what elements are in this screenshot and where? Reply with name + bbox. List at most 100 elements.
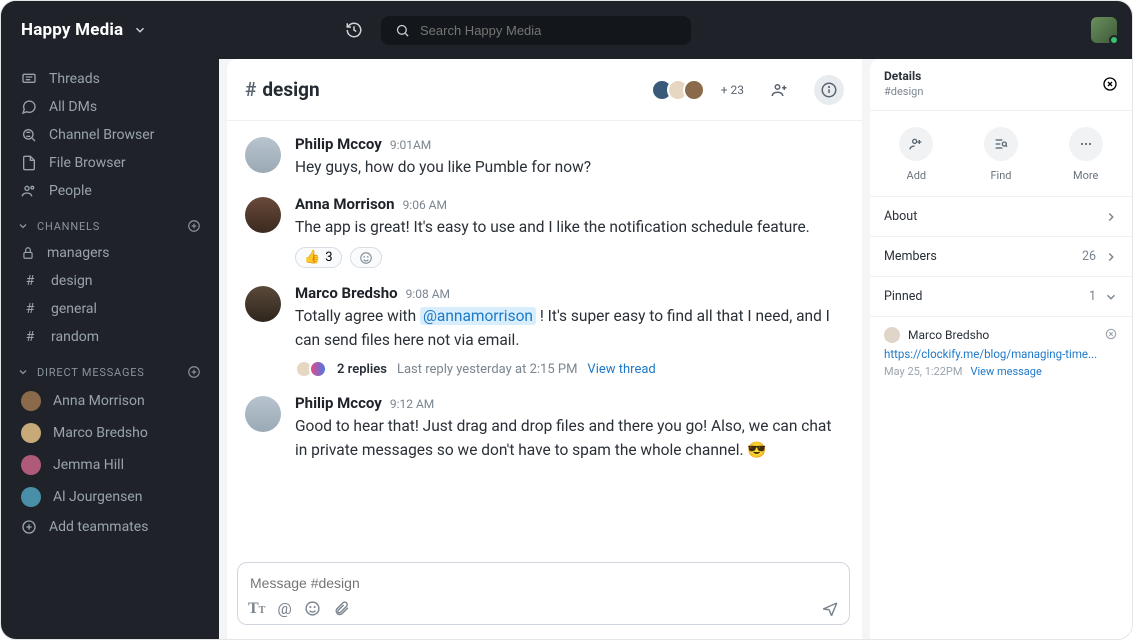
message-time: 9:08 AM (406, 287, 450, 301)
pinned-message[interactable]: Marco Bredsho https://clockify.me/blog/m… (870, 317, 1132, 388)
sidebar: Threads All DMs Channel Browser File Bro… (1, 59, 219, 639)
reaction-count: 3 (325, 250, 332, 265)
message-text: Good to hear that! Just drag and drop fi… (295, 414, 844, 462)
hash-icon: # (21, 273, 39, 289)
message[interactable]: Anna Morrison9:06 AM The app is great! I… (245, 195, 844, 268)
send-button[interactable] (821, 600, 839, 618)
avatar (245, 396, 281, 432)
dm-section-header[interactable]: DIRECT MESSAGES (1, 351, 219, 385)
dm-al[interactable]: Al Jourgensen (1, 481, 219, 513)
sidebar-all-dms[interactable]: All DMs (1, 93, 219, 121)
details-pane: Details #design Add Find (870, 59, 1132, 639)
chevron-down-icon (133, 23, 147, 37)
sidebar-item-label: All DMs (49, 99, 97, 115)
channel-label: random (51, 329, 99, 345)
search-input[interactable] (420, 23, 677, 38)
close-details-button[interactable] (1102, 76, 1118, 92)
member-count: + 23 (721, 83, 744, 97)
pinned-count: 1 (1089, 289, 1096, 304)
dm-marco[interactable]: Marco Bredsho (1, 417, 219, 449)
add-people-button[interactable] (764, 75, 794, 105)
channel-random[interactable]: # random (1, 323, 219, 351)
details-about-row[interactable]: About (870, 197, 1132, 237)
channels-section-header[interactable]: CHANNELS (1, 205, 219, 239)
close-circle-icon (1104, 327, 1118, 341)
sidebar-file-browser[interactable]: File Browser (1, 149, 219, 177)
plus-circle-icon (21, 519, 37, 535)
hash-icon: # (21, 301, 39, 317)
row-label: Pinned (884, 289, 922, 304)
search-bar[interactable] (381, 16, 691, 45)
workspace-switcher[interactable]: Happy Media (1, 1, 219, 59)
emoji-icon (304, 600, 321, 617)
hash-icon: # (245, 78, 256, 101)
message-text: Totally agree with @annamorrison ! It's … (295, 304, 844, 352)
add-reaction-button[interactable] (350, 247, 382, 268)
dm-label: Al Jourgensen (53, 489, 142, 505)
message-time: 9:12 AM (390, 397, 434, 411)
dm-anna[interactable]: Anna Morrison (1, 385, 219, 417)
mention[interactable]: @annamorrison (420, 307, 536, 325)
details-pinned-row[interactable]: Pinned 1 (870, 277, 1132, 317)
sidebar-threads[interactable]: Threads (1, 65, 219, 93)
section-label: DIRECT MESSAGES (37, 366, 145, 379)
dms-icon (21, 99, 37, 115)
user-avatar[interactable] (1091, 17, 1117, 43)
action-label: Add (907, 169, 927, 182)
sidebar-people[interactable]: People (1, 177, 219, 205)
add-emoji-icon (359, 251, 373, 265)
dm-label: Anna Morrison (53, 393, 145, 409)
member-avatars[interactable] (651, 79, 705, 101)
message[interactable]: Philip Mccoy9:12 AM Good to hear that! J… (245, 394, 844, 462)
attach-button[interactable] (333, 600, 350, 617)
message-time: 9:01AM (390, 138, 431, 152)
details-members-row[interactable]: Members 26 (870, 237, 1132, 277)
view-message-link[interactable]: View message (970, 365, 1041, 378)
add-channel-icon[interactable] (187, 219, 201, 233)
members-count: 26 (1082, 249, 1096, 264)
channel-general[interactable]: # general (1, 295, 219, 323)
details-more-button[interactable]: More (1069, 127, 1103, 182)
emoji-button[interactable] (304, 600, 321, 617)
channel-managers[interactable]: managers (1, 239, 219, 267)
row-label: About (884, 209, 917, 224)
details-add-button[interactable]: Add (899, 127, 933, 182)
info-button[interactable] (814, 75, 844, 105)
workspace-name: Happy Media (21, 20, 123, 40)
message[interactable]: Marco Bredsho9:08 AM Totally agree with … (245, 284, 844, 378)
paperclip-icon (333, 600, 350, 617)
message[interactable]: Philip Mccoy9:01AM Hey guys, how do you … (245, 135, 844, 179)
dm-jemma[interactable]: Jemma Hill (1, 449, 219, 481)
threads-icon (21, 71, 37, 87)
pinned-link[interactable]: https://clockify.me/blog/managing-time..… (884, 347, 1104, 361)
add-teammates-label: Add teammates (49, 519, 148, 535)
chevron-right-icon (1104, 210, 1118, 224)
composer-input[interactable] (248, 571, 839, 599)
section-label: CHANNELS (37, 220, 100, 233)
details-find-button[interactable]: Find (984, 127, 1018, 182)
message-composer[interactable]: TT @ (237, 562, 850, 625)
message-text: The app is great! It's easy to use and I… (295, 215, 844, 239)
sidebar-item-label: Threads (49, 71, 100, 87)
unpin-button[interactable] (1104, 327, 1118, 341)
mention-button[interactable]: @ (277, 599, 291, 618)
message-time: 9:06 AM (403, 198, 447, 212)
reaction-thumbsup[interactable]: 👍 3 (295, 247, 342, 268)
channel-title[interactable]: # design (245, 78, 320, 101)
format-button[interactable]: TT (248, 600, 265, 618)
sidebar-channel-browser[interactable]: Channel Browser (1, 121, 219, 149)
channel-design[interactable]: # design (1, 267, 219, 295)
find-icon (993, 136, 1009, 152)
close-icon (1102, 76, 1118, 92)
view-thread-link[interactable]: View thread (587, 362, 655, 377)
add-teammates[interactable]: Add teammates (1, 513, 219, 541)
chevron-down-icon (17, 366, 29, 378)
chevron-down-icon (17, 220, 29, 232)
avatar (245, 197, 281, 233)
history-button[interactable] (339, 15, 369, 45)
hash-icon: # (21, 329, 39, 345)
add-dm-icon[interactable] (187, 365, 201, 379)
channel-label: managers (47, 245, 110, 261)
thread-avatars (295, 360, 327, 378)
message-list: Philip Mccoy9:01AM Hey guys, how do you … (227, 121, 862, 554)
